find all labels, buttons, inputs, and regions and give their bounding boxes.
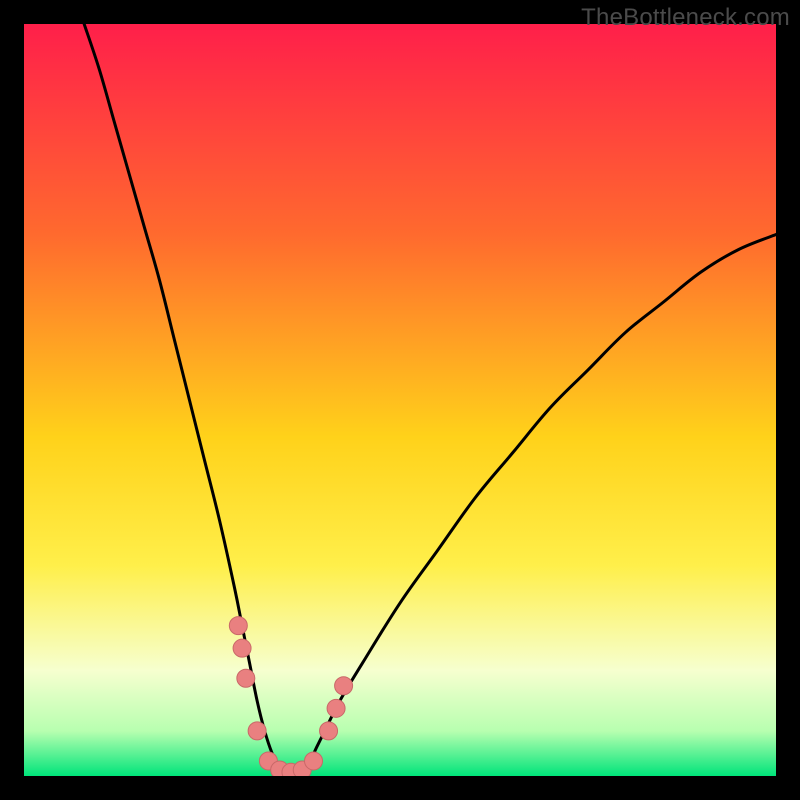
- curve-marker: [327, 699, 345, 717]
- chart-frame: TheBottleneck.com: [0, 0, 800, 800]
- curve-marker: [237, 669, 255, 687]
- curve-marker: [229, 617, 247, 635]
- curve-marker: [248, 722, 266, 740]
- curve-marker: [305, 752, 323, 770]
- gradient-background: [24, 24, 776, 776]
- bottleneck-chart-svg: [24, 24, 776, 776]
- curve-marker: [335, 677, 353, 695]
- curve-marker: [320, 722, 338, 740]
- plot-area: [24, 24, 776, 776]
- curve-marker: [233, 639, 251, 657]
- watermark-text: TheBottleneck.com: [581, 4, 790, 32]
